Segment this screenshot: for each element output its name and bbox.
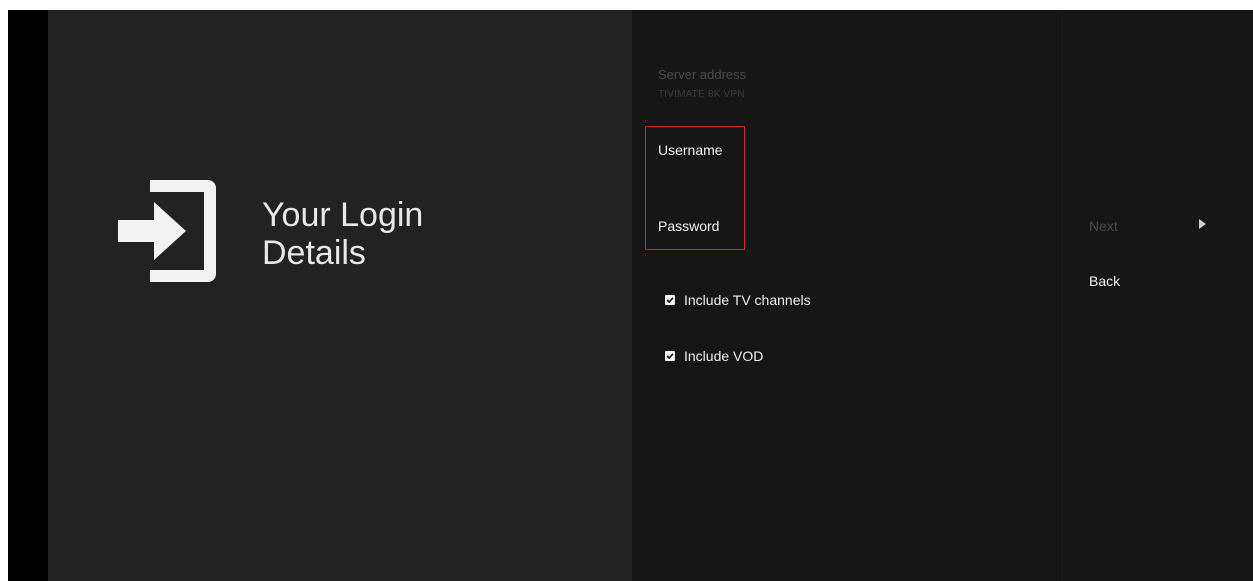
actions-panel xyxy=(1061,10,1253,581)
password-field[interactable]: Password xyxy=(658,218,719,234)
page-title-line-2: Details xyxy=(262,234,366,272)
checkbox-checked-icon xyxy=(665,351,675,361)
back-button[interactable]: Back xyxy=(1089,273,1120,289)
next-button[interactable]: Next xyxy=(1089,218,1118,234)
checkbox-checked-icon xyxy=(665,295,675,305)
include-tv-channels-checkbox[interactable]: Include TV channels xyxy=(665,292,811,308)
username-field[interactable]: Username xyxy=(658,142,723,158)
include-tv-channels-label: Include TV channels xyxy=(684,292,811,308)
login-icon xyxy=(118,180,216,282)
include-vod-label: Include VOD xyxy=(684,348,764,364)
page-title: Your Login Details xyxy=(262,196,423,272)
server-address-label: Server address xyxy=(658,67,747,82)
include-vod-checkbox[interactable]: Include VOD xyxy=(665,348,763,364)
chevron-right-icon xyxy=(1199,219,1206,229)
left-edge-strip xyxy=(8,10,48,581)
server-address-value: TIVIMATE 8K VPN xyxy=(658,89,745,100)
page-title-line-1: Your Login xyxy=(262,196,424,234)
app-frame xyxy=(8,10,1253,581)
title-panel xyxy=(48,10,632,581)
